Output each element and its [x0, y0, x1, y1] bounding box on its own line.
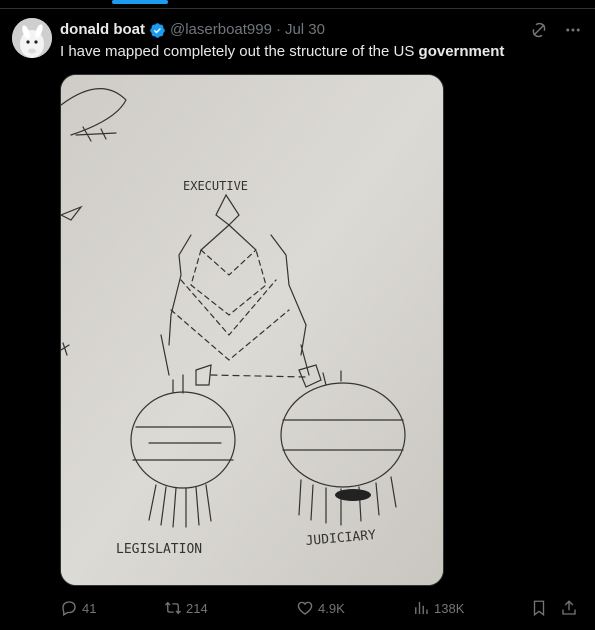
- reply-count: 41: [82, 600, 97, 616]
- share-button[interactable]: [560, 598, 582, 618]
- share-icon: [562, 600, 576, 615]
- tab-indicator: [112, 0, 168, 4]
- bookmark-icon: [533, 600, 545, 617]
- author-handle[interactable]: @laserboat999: [170, 20, 272, 40]
- verified-badge-icon[interactable]: [149, 22, 166, 39]
- tweet-text-bold: government: [418, 43, 505, 60]
- tweet-text-main: I have mapped completely out the structu…: [60, 43, 419, 60]
- tweet-action-bar: 41 214 4.9K 138K: [60, 598, 583, 618]
- like-button[interactable]: 4.9K: [296, 598, 345, 618]
- repost-icon: [165, 601, 181, 615]
- repost-button[interactable]: 214: [164, 598, 208, 618]
- author-name[interactable]: donald boat: [60, 20, 145, 40]
- tweet-date[interactable]: Jul 30: [285, 20, 325, 40]
- separator-dot: ·: [275, 21, 281, 38]
- grok-icon[interactable]: [529, 20, 549, 40]
- reply-button[interactable]: 41: [60, 598, 96, 618]
- bookmark-button[interactable]: [530, 598, 552, 618]
- repost-count: 214: [186, 600, 208, 616]
- government-structure-drawing: EXECUTIVE LEGISLATION JUDICIARY: [61, 75, 443, 585]
- tweet-header: donald boat @laserboat999 · Jul 30: [60, 20, 325, 40]
- views-icon: [415, 602, 428, 614]
- like-icon: [297, 601, 313, 615]
- views-button[interactable]: 138K: [412, 598, 464, 618]
- tweet-text: I have mapped completely out the structu…: [60, 42, 504, 62]
- label-executive: EXECUTIVE: [183, 179, 248, 193]
- more-icon[interactable]: [563, 20, 583, 40]
- views-count: 138K: [434, 600, 465, 616]
- goat-avatar-icon: [12, 18, 52, 58]
- avatar[interactable]: [12, 18, 52, 58]
- header-actions: [529, 20, 583, 40]
- top-divider: [0, 8, 595, 9]
- like-count: 4.9K: [318, 600, 345, 616]
- label-legislation: LEGISLATION: [116, 542, 202, 557]
- tweet-media[interactable]: EXECUTIVE LEGISLATION JUDICIARY: [60, 74, 444, 586]
- reply-icon: [62, 601, 76, 616]
